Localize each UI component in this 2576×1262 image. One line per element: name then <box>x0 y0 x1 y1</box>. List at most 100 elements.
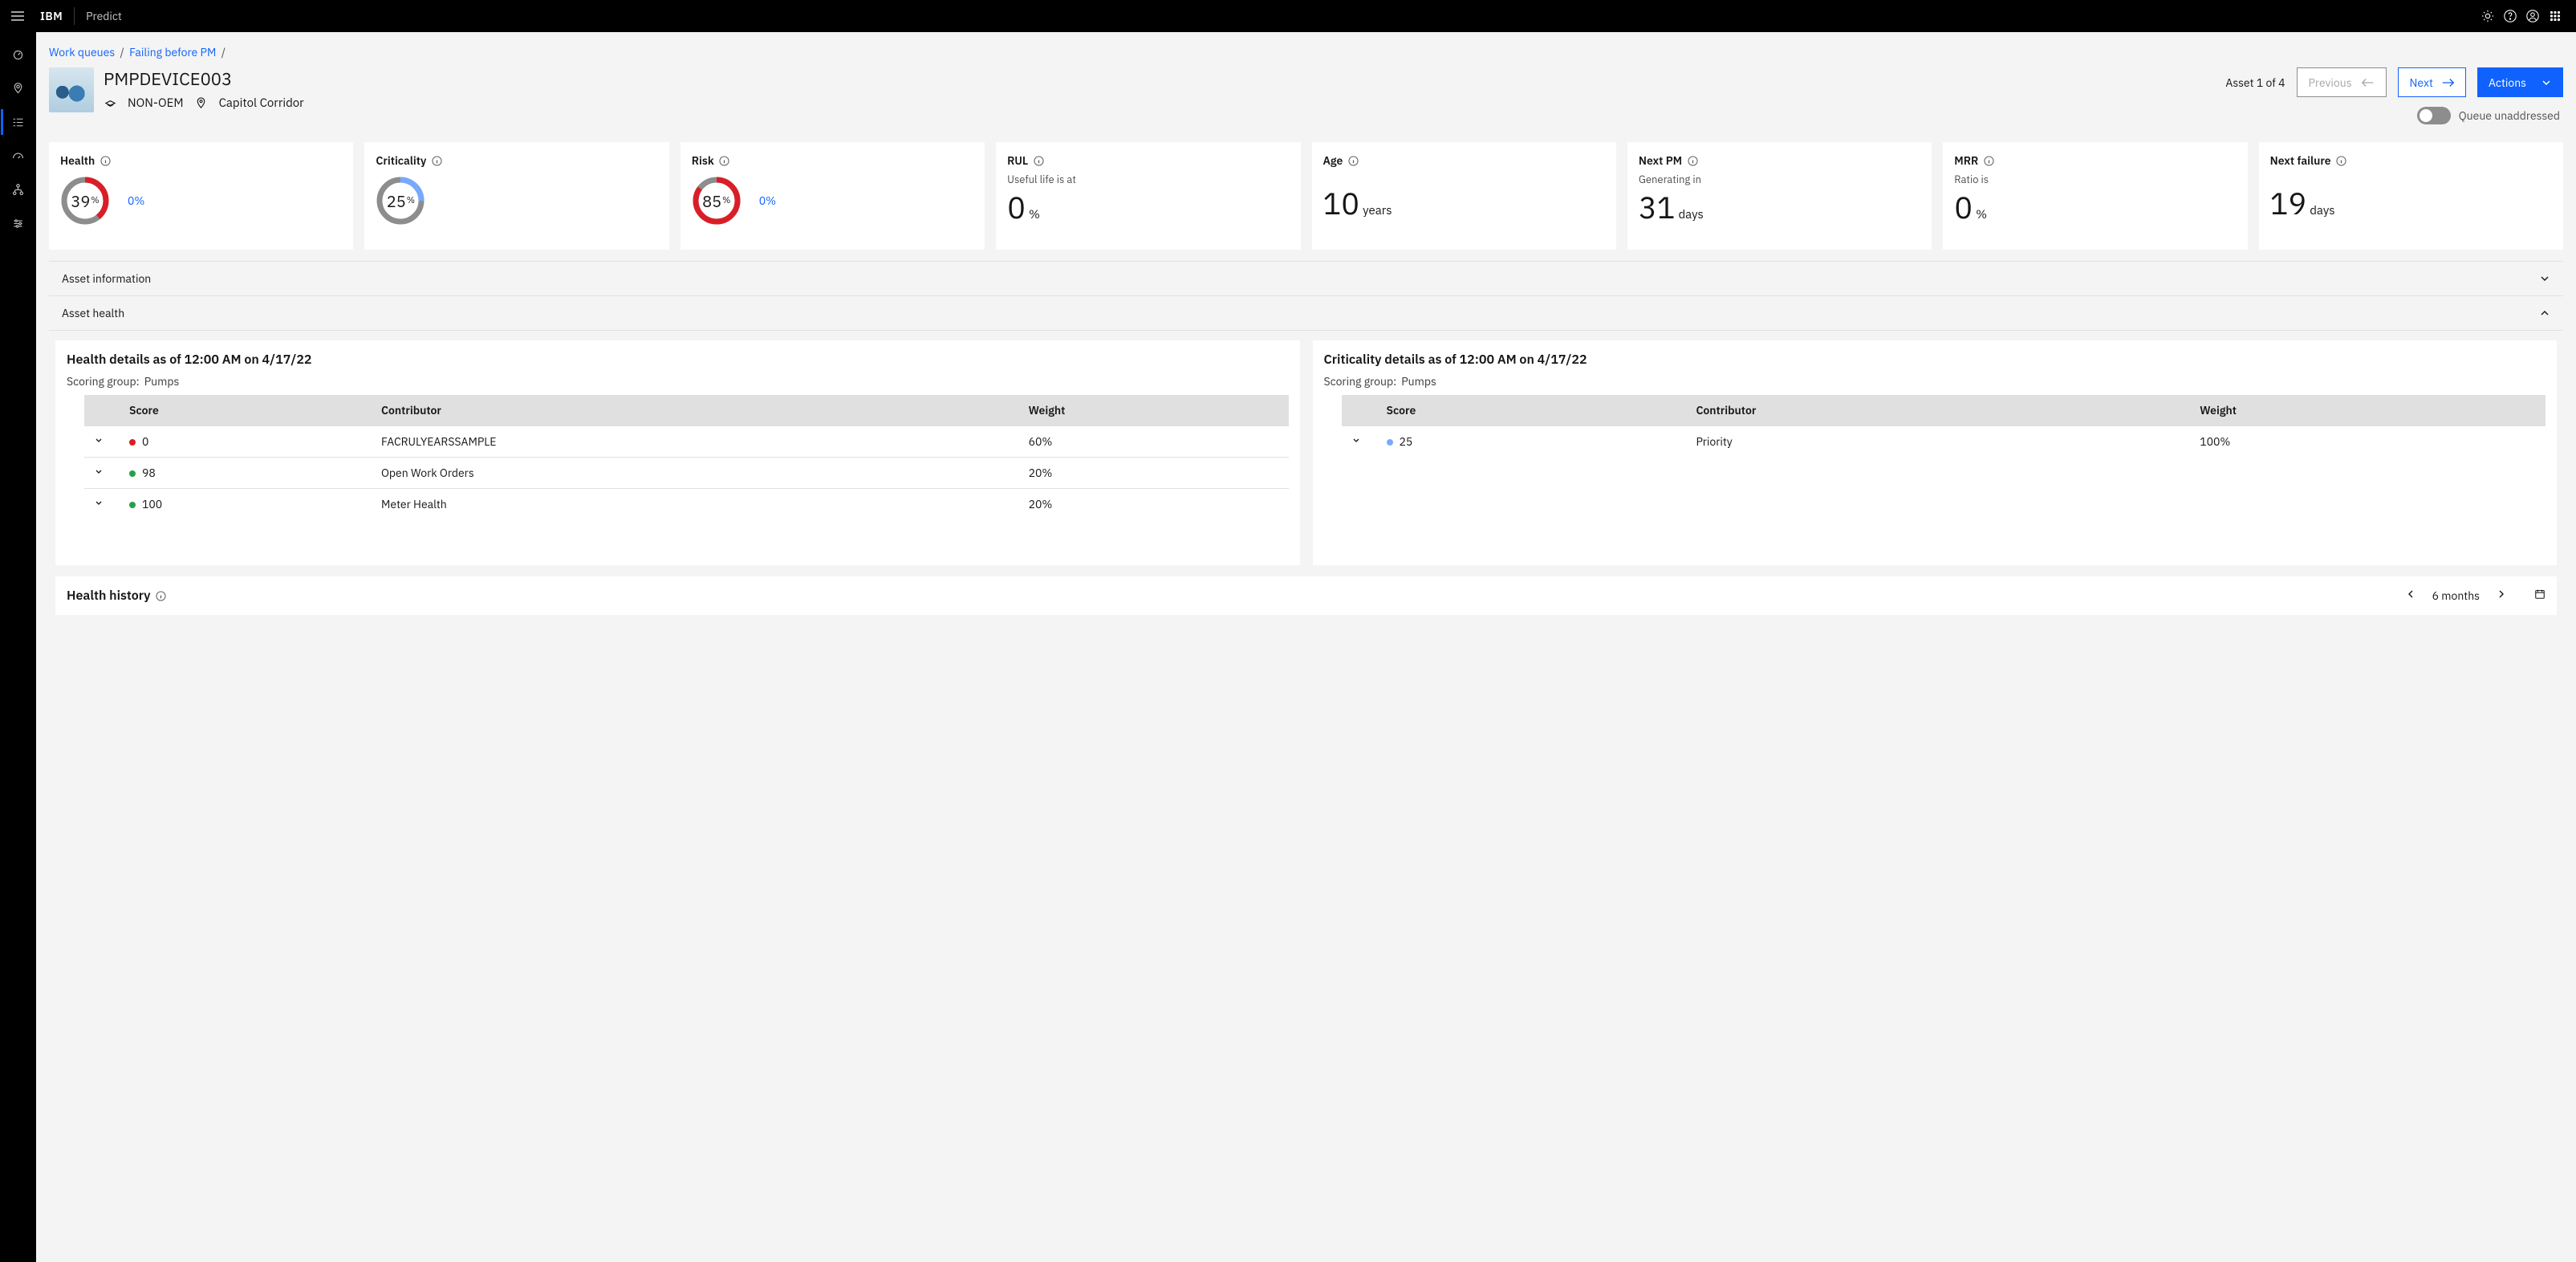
info-icon[interactable] <box>100 155 111 166</box>
kpi-label: Criticality <box>376 153 426 168</box>
kpi-rul: RUL Useful life is at 0% <box>996 142 1300 250</box>
expand-row-icon[interactable] <box>94 497 104 507</box>
menu-icon[interactable] <box>10 8 26 24</box>
health-details-title: Health details as of 12:00 AM on 4/17/22 <box>67 352 1289 368</box>
info-icon[interactable] <box>1983 155 1994 166</box>
asset-info-header[interactable]: Asset information <box>49 262 2563 296</box>
asset-health-label: Asset health <box>62 306 124 320</box>
expand-row-icon[interactable] <box>1351 434 1361 444</box>
criticality-details-panel: Criticality details as of 12:00 AM on 4/… <box>1313 340 2558 565</box>
crumb-failing-before-pm[interactable]: Failing before PM <box>129 45 216 59</box>
next-button[interactable]: Next <box>2398 67 2466 97</box>
kpi-unit: days <box>1678 207 1703 222</box>
risk-delta: 0% <box>759 193 776 208</box>
page-title: PMPDEVICE003 <box>104 67 2216 91</box>
table-row: 25 Priority 100% <box>1342 426 2546 458</box>
previous-label: Previous <box>2309 75 2352 90</box>
cell-contrib: Priority <box>1686 426 2190 458</box>
nav-queue-icon[interactable] <box>10 114 26 130</box>
health-history-title: Health history <box>67 588 151 604</box>
kpi-label: MRR <box>1954 153 1978 168</box>
status-dot <box>1387 439 1393 446</box>
asset-health-section: Asset health Health details as of 12:00 … <box>49 296 2563 631</box>
cell-contrib: Open Work Orders <box>372 458 1019 489</box>
kpi-value: 19 <box>2270 184 2307 223</box>
top-bar: IBM Predict <box>0 0 2576 32</box>
main-content: Work queues / Failing before PM / PMPDEV… <box>36 32 2576 655</box>
nav-hierarchy-icon[interactable] <box>10 181 26 197</box>
asset-information-section: Asset information <box>49 262 2563 296</box>
gauge-value: 39 <box>71 190 90 212</box>
kpi-value: 10 <box>1323 184 1360 223</box>
previous-button[interactable]: Previous <box>2297 67 2387 97</box>
chevron-up-icon <box>2539 307 2550 319</box>
nav-sliders-icon[interactable] <box>10 215 26 231</box>
info-icon[interactable] <box>1033 155 1044 166</box>
actions-button[interactable]: Actions <box>2477 67 2563 97</box>
cell-weight: 20% <box>1019 489 1289 520</box>
nav-gauge-icon[interactable] <box>10 148 26 164</box>
info-icon[interactable] <box>1687 155 1698 166</box>
info-icon[interactable] <box>431 155 442 166</box>
th-score: Score <box>1377 395 1687 426</box>
kpi-sub: Generating in <box>1639 173 1920 186</box>
table-row: 100 Meter Health 20% <box>84 489 1289 520</box>
cell-contrib: FACRULYEARSSAMPLE <box>372 426 1019 458</box>
kpi-health: Health 39% 0% <box>49 142 353 250</box>
gauge-pct: % <box>91 195 99 206</box>
left-nav <box>0 32 36 1262</box>
range-control: 6 months <box>2405 588 2546 603</box>
crumb-sep: / <box>120 45 124 59</box>
kpi-risk: Risk 85% 0% <box>681 142 985 250</box>
nav-location-icon[interactable] <box>10 80 26 96</box>
info-icon[interactable] <box>2336 155 2347 166</box>
breadcrumb: Work queues / Failing before PM / <box>49 43 2563 67</box>
kpi-unit: days <box>2310 203 2334 218</box>
queue-unaddressed-toggle[interactable] <box>2417 107 2451 124</box>
range-next-icon[interactable] <box>2496 588 2507 603</box>
help-icon[interactable] <box>2499 5 2521 27</box>
nav-dashboard-icon[interactable] <box>10 47 26 63</box>
chevron-down-icon <box>2539 273 2550 284</box>
kpi-sub: Ratio is <box>1954 173 2236 186</box>
topbar-divider <box>74 7 75 25</box>
kpi-unit: % <box>1029 207 1040 222</box>
range-prev-icon[interactable] <box>2405 588 2416 603</box>
info-icon[interactable] <box>719 155 730 166</box>
calendar-icon[interactable] <box>2534 588 2546 603</box>
kpi-nextpm: Next PM Generating in 31days <box>1627 142 1932 250</box>
cell-score: 100 <box>142 497 162 511</box>
sg-value: Pumps <box>144 374 180 389</box>
crumb-work-queues[interactable]: Work queues <box>49 45 115 59</box>
sg-label: Scoring group: <box>67 374 140 389</box>
kpi-criticality: Criticality 25% <box>364 142 668 250</box>
asset-header: PMPDEVICE003 NON-OEM Capitol Corridor As… <box>49 67 2563 124</box>
brand-label: IBM <box>40 9 63 23</box>
gauge-pct: % <box>722 195 730 206</box>
gauge-value: 25 <box>387 190 406 212</box>
expand-row-icon[interactable] <box>94 434 104 444</box>
asset-health-header[interactable]: Asset health <box>49 296 2563 331</box>
table-row: 0 FACRULYEARSSAMPLE 60% <box>84 426 1289 458</box>
health-history-panel: Health history 6 months <box>55 576 2557 615</box>
settings-icon[interactable] <box>2476 5 2499 27</box>
location-label: Capitol Corridor <box>219 96 304 111</box>
health-table: Score Contributor Weight 0 FACRULYEARSSA… <box>84 395 1289 519</box>
user-icon[interactable] <box>2521 5 2544 27</box>
product-label: Predict <box>86 9 122 23</box>
crumb-sep: / <box>221 45 226 59</box>
status-dot <box>129 470 136 477</box>
kpi-value: 0 <box>1007 188 1026 227</box>
range-label: 6 months <box>2432 588 2480 603</box>
th-weight: Weight <box>2190 395 2546 426</box>
sg-label: Scoring group: <box>1324 374 1397 389</box>
cell-contrib: Meter Health <box>372 489 1019 520</box>
info-icon[interactable] <box>1347 155 1359 166</box>
asset-info-label: Asset information <box>62 271 151 286</box>
expand-row-icon[interactable] <box>94 466 104 475</box>
kpi-unit: years <box>1363 203 1392 218</box>
kpi-value: 0 <box>1954 188 1973 227</box>
apps-icon[interactable] <box>2544 5 2566 27</box>
location-icon <box>195 97 208 110</box>
info-icon[interactable] <box>156 590 167 601</box>
